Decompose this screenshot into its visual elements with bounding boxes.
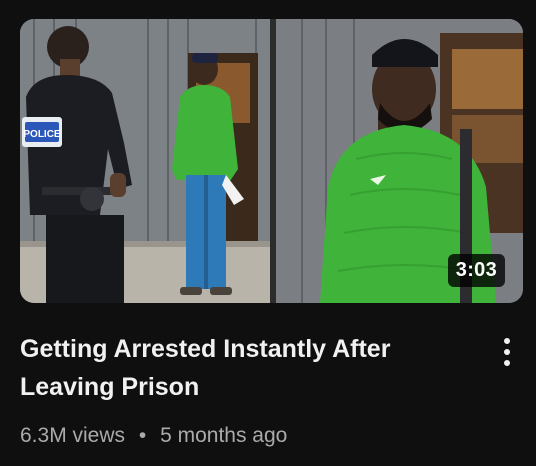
menu-dot [504,349,510,355]
svg-text:POLICE: POLICE [23,129,61,140]
upload-age: 5 months ago [160,424,288,447]
view-count: 6.3M views [20,424,126,447]
video-thumbnail[interactable]: POLICE 3:03 [20,19,523,303]
video-title[interactable]: Getting Arrested Instantly After Leaving… [20,330,460,406]
more-vert-icon[interactable] [494,332,520,372]
video-metadata: 6.3M views • 5 months ago [20,424,287,448]
menu-dot [504,360,510,366]
duration-badge: 3:03 [447,254,505,287]
meta-separator: • [138,424,147,447]
menu-dot [504,338,510,344]
video-card[interactable]: POLICE 3:03 Getting Arrested Instantly A… [0,0,536,466]
